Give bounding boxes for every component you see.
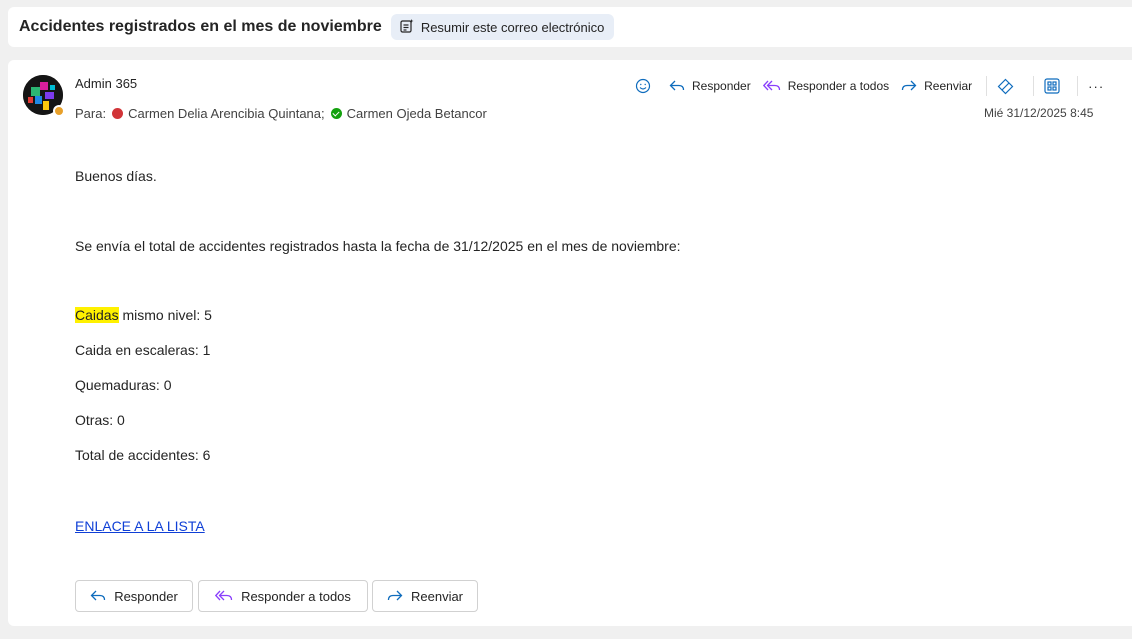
bottom-forward-label: Reenviar [410, 588, 464, 604]
to-label: Para: [75, 106, 107, 121]
message-actions-toolbar: Responder Responder a todos Reenviar ··· [635, 74, 1116, 98]
forward-button[interactable]: Reenviar [901, 79, 972, 93]
intro-text: Se envía el total de accidentes registra… [75, 238, 681, 254]
accident-line-4: Otras: 0 [75, 412, 125, 428]
accident-line-1: Caidas mismo nivel: 5 [75, 307, 212, 323]
reply-icon [90, 590, 106, 601]
summarize-email-button[interactable]: Resumir este correo electrónico [390, 14, 615, 40]
bottom-reply-label: Responder [114, 588, 178, 604]
accident-total: Total de accidentes: 6 [75, 447, 211, 463]
busy-status-icon [112, 108, 124, 119]
recipient-1[interactable]: Carmen Delia Arencibia Quintana; [128, 106, 325, 121]
bottom-reply-button[interactable]: Responder [75, 580, 193, 612]
greeting-text: Buenos días. [75, 168, 157, 184]
reply-all-icon [762, 80, 780, 91]
toolbar-divider [986, 76, 988, 96]
forward-icon [387, 590, 403, 601]
more-actions-button[interactable]: ··· [1088, 79, 1104, 94]
smiley-icon [635, 78, 651, 94]
reply-icon [669, 80, 685, 91]
available-status-icon [330, 108, 342, 119]
message-card: Admin 365 Para: Carmen Delia Arencibia Q… [8, 60, 1132, 626]
recipient-2[interactable]: Carmen Ojeda Betancor [347, 106, 487, 121]
toolbar-divider [1033, 76, 1035, 96]
email-subject: Accidentes registrados en el mes de novi… [19, 18, 382, 35]
reply-all-label: Responder a todos [787, 79, 890, 93]
tag-button[interactable] [997, 78, 1021, 95]
apps-icon [1044, 78, 1060, 94]
reply-all-icon [215, 590, 233, 601]
reply-all-button[interactable]: Responder a todos [762, 79, 890, 93]
summarize-label: Resumir este correo electrónico [420, 19, 605, 35]
sender-name[interactable]: Admin 365 [75, 76, 137, 91]
forward-label: Reenviar [924, 79, 973, 93]
toolbar-divider [1077, 76, 1079, 96]
message-date: Mié 31/12/2025 8:45 [984, 106, 1094, 120]
forward-icon [901, 80, 917, 91]
accident-line-1-rest: mismo nivel: 5 [118, 307, 212, 323]
reply-label: Responder [692, 79, 751, 93]
bottom-reply-all-button[interactable]: Responder a todos [198, 580, 368, 612]
highlighted-word: Caidas [75, 307, 119, 323]
apps-button[interactable] [1044, 78, 1067, 94]
summarize-icon [399, 18, 421, 37]
presence-indicator [53, 105, 65, 117]
tag-icon [997, 78, 1014, 94]
bottom-reply-all-label: Responder a todos [241, 588, 351, 604]
emoji-reaction-button[interactable] [635, 78, 658, 94]
bottom-forward-button[interactable]: Reenviar [372, 580, 478, 612]
accident-line-3: Quemaduras: 0 [75, 377, 172, 393]
accident-line-2: Caida en escaleras: 1 [75, 342, 211, 358]
recipients-line: Para: Carmen Delia Arencibia Quintana; C… [75, 106, 487, 121]
subject-bar: Accidentes registrados en el mes de novi… [8, 7, 1132, 47]
reply-button[interactable]: Responder [669, 79, 751, 93]
list-link[interactable]: ENLACE A LA LISTA [75, 518, 205, 534]
